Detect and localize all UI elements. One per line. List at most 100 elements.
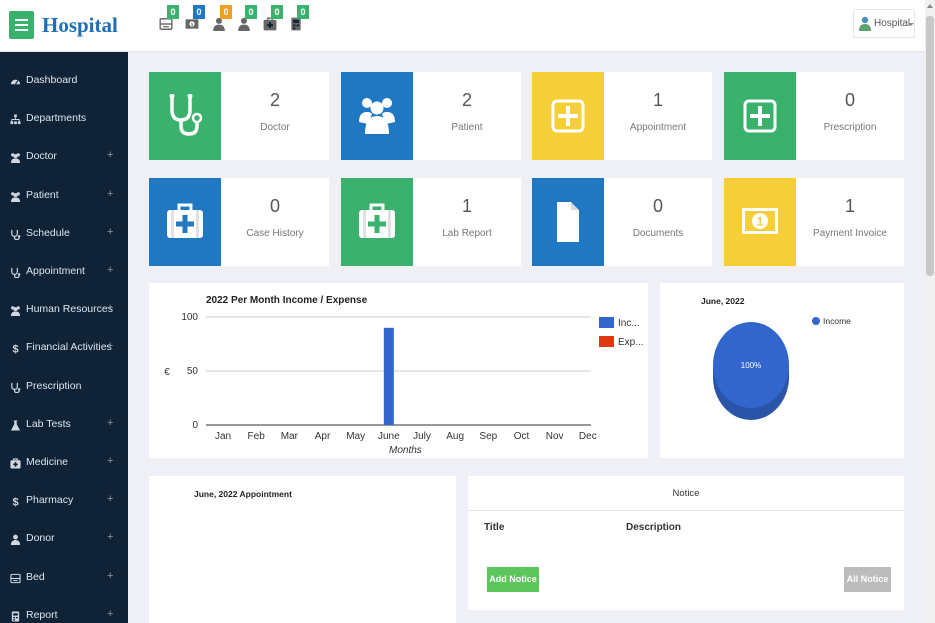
expand-plus-icon[interactable]: + xyxy=(107,149,113,161)
notification-count-badge: 0 xyxy=(297,5,309,19)
bed-icon xyxy=(10,571,21,583)
x-tick-label: Mar xyxy=(281,431,299,442)
x-tick-label: May xyxy=(346,431,365,442)
scrollbar-thumb[interactable] xyxy=(926,16,934,276)
top-header: Hospital 0100000 Hospital xyxy=(0,0,925,52)
brand-logo[interactable]: Hospital xyxy=(42,13,118,38)
sidebar-item-doctor[interactable]: Doctor + xyxy=(0,138,128,176)
notice-panel: Notice Title Description Add Notice All … xyxy=(468,476,904,610)
legend-label: Exp... xyxy=(618,337,644,348)
bed-icon[interactable] xyxy=(159,17,173,33)
stat-card-patient[interactable]: 2 Patient xyxy=(341,72,521,160)
sidebar-item-prescription[interactable]: Prescription xyxy=(0,368,128,406)
sidebar-item-bed[interactable]: Bed + xyxy=(0,559,128,597)
sidebar-item-financial-activities[interactable]: $ Financial Activities + xyxy=(0,329,128,367)
sidebar-item-lab-tests[interactable]: Lab Tests + xyxy=(0,406,128,444)
stat-card-case-history[interactable]: 0 Case History xyxy=(149,178,329,266)
expand-plus-icon[interactable]: + xyxy=(107,226,113,238)
expand-plus-icon[interactable]: + xyxy=(107,264,113,276)
sidebar-item-schedule[interactable]: Schedule + xyxy=(0,215,128,253)
y-tick-label: 0 xyxy=(192,420,198,431)
sidebar-item-label: Human Resources xyxy=(26,303,113,316)
medkit-icon xyxy=(10,456,21,469)
sidebar-item-report[interactable]: Report + xyxy=(0,597,128,623)
user-icon[interactable] xyxy=(212,17,226,33)
sidebar-item-departments[interactable]: Departments xyxy=(0,100,128,138)
notification-count-badge: 0 xyxy=(167,5,179,19)
add-notice-button[interactable]: Add Notice xyxy=(487,567,539,592)
sidebar-item-appointment[interactable]: Appointment + xyxy=(0,253,128,291)
menu-bar xyxy=(15,24,28,26)
user-menu-button[interactable]: Hospital xyxy=(853,9,915,38)
expand-plus-icon[interactable]: + xyxy=(107,608,113,620)
stat-card-label: Documents xyxy=(632,228,684,239)
stat-card-lab-report[interactable]: 1 Lab Report xyxy=(341,178,521,266)
y-axis-label: € xyxy=(164,367,170,378)
expand-plus-icon[interactable]: + xyxy=(107,570,113,582)
medkit-icon xyxy=(149,178,221,266)
svg-text:$: $ xyxy=(12,344,18,354)
stethoscope-icon xyxy=(149,72,221,160)
sidebar-item-human-resources[interactable]: Human Resources + xyxy=(0,291,128,329)
stat-card-doctor[interactable]: 2 Doctor xyxy=(149,72,329,160)
stat-card-payment-invoice[interactable]: 1 1 Payment Invoice xyxy=(724,178,904,266)
medkit-icon[interactable] xyxy=(263,17,277,33)
expand-plus-icon[interactable]: + xyxy=(107,455,113,467)
money-icon[interactable]: 1 xyxy=(185,17,199,33)
x-axis-label: Months xyxy=(389,445,422,456)
scroll-up-arrow[interactable] xyxy=(927,4,933,8)
sidebar-item-medicine[interactable]: Medicine + xyxy=(0,444,128,482)
sidebar-item-label: Donor xyxy=(26,532,55,545)
sidebar-item-label: Doctor xyxy=(26,150,57,163)
page-scrollbar[interactable] xyxy=(925,0,935,623)
expand-plus-icon[interactable]: + xyxy=(107,493,113,505)
menu-toggle-button[interactable] xyxy=(9,11,34,39)
sidebar-item-label: Lab Tests xyxy=(26,417,71,430)
expand-plus-icon[interactable]: + xyxy=(107,531,113,543)
sidebar-item-dashboard[interactable]: Dashboard xyxy=(0,62,128,100)
report-icon[interactable] xyxy=(289,17,303,33)
stat-card-value: 0 xyxy=(844,90,855,110)
flask-icon xyxy=(10,418,21,431)
stat-card-appointment[interactable]: 1 Appointment xyxy=(532,72,712,160)
sidebar-item-donor[interactable]: Donor + xyxy=(0,520,128,558)
expand-plus-icon[interactable]: + xyxy=(107,417,113,429)
stat-card-label: Lab Report xyxy=(442,228,492,239)
x-tick-label: July xyxy=(413,431,431,442)
sidebar-item-label: Dashboard xyxy=(26,74,78,86)
dashboard-icon xyxy=(10,74,21,85)
svg-text:1: 1 xyxy=(191,22,194,27)
menu-bar xyxy=(15,19,28,21)
user-icon[interactable] xyxy=(237,17,251,33)
sidebar-item-label: Medicine xyxy=(26,456,69,468)
stat-card-prescription[interactable]: 0 Prescription xyxy=(724,72,904,160)
all-notice-button[interactable]: All Notice xyxy=(844,567,891,592)
dollar-icon: $ xyxy=(10,494,21,509)
stat-card-value: 2 xyxy=(269,90,280,110)
expand-plus-icon[interactable]: + xyxy=(107,188,113,200)
notification-count-badge: 0 xyxy=(245,5,257,19)
appointment-calendar-panel: June, 2022 Appointment xyxy=(149,476,456,623)
stat-card-value: 0 xyxy=(652,196,663,216)
notification-count-badge: 0 xyxy=(193,5,205,19)
monthly-income-pie-panel: June, 2022 100% Income xyxy=(660,283,904,458)
x-tick-label: June xyxy=(378,431,400,442)
expand-plus-icon[interactable]: + xyxy=(107,302,113,314)
sidebar-item-label: Financial Activities xyxy=(26,341,112,354)
sidebar-item-label: Appointment xyxy=(26,265,85,277)
sidebar-item-patient[interactable]: Patient + xyxy=(0,177,128,215)
income-expense-chart-panel: 2022 Per Month Income / Expense 0 50 100 € J… xyxy=(149,283,648,458)
x-tick-label: Nov xyxy=(546,431,564,442)
expand-plus-icon[interactable]: + xyxy=(107,340,113,352)
stat-card-value: 1 xyxy=(844,196,855,216)
users-icon xyxy=(10,150,21,164)
sidebar-item-pharmacy[interactable]: $ Pharmacy + xyxy=(0,482,128,520)
stat-card-documents[interactable]: 0 Documents xyxy=(532,178,712,266)
sitemap-icon xyxy=(10,112,21,125)
x-tick-label: Oct xyxy=(514,431,530,442)
stethoscope-icon xyxy=(10,265,21,279)
appointment-panel-title: June, 2022 Appointment xyxy=(194,489,292,499)
x-tick-label: Aug xyxy=(446,431,464,442)
bar-inc-june[interactable] xyxy=(383,327,394,425)
dollar-icon: $ xyxy=(10,341,21,356)
